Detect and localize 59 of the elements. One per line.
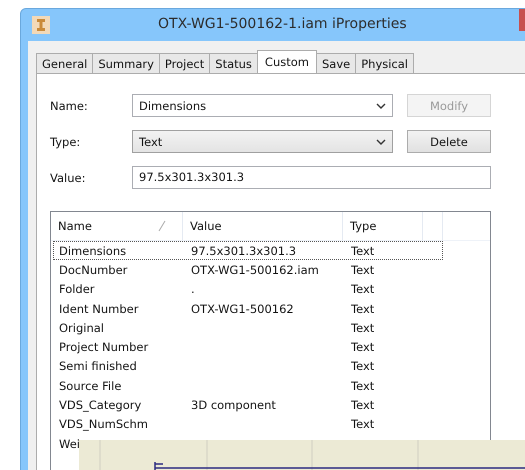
type-cell-text: Text (350, 262, 376, 277)
tab[interactable]: Status (209, 53, 258, 73)
list-row[interactable]: Semi finished Text (53, 356, 427, 376)
type-cell-text: Text (350, 340, 376, 354)
sort-icon (158, 220, 166, 232)
type-cell-text: Text (350, 320, 376, 335)
value-cell-text: OTX-WG1-500162.iam (190, 262, 320, 277)
list-row[interactable]: DocNumber OTX-WG1-500162.iam Text (53, 260, 427, 280)
type-cell-text: Text (350, 359, 376, 374)
tab[interactable]: Physical (355, 53, 414, 73)
type-cell-text: Text (350, 302, 376, 316)
column-header[interactable]: Name (51, 212, 183, 240)
list-row[interactable]: Ident Number OTX-WG1-500162 Text (53, 298, 427, 318)
type-cell-text: Text (350, 244, 376, 258)
name-cell-text: VDS_Category (58, 398, 142, 412)
name-cell-text: Project Number (58, 340, 150, 354)
name-cell-text: Folder (58, 282, 96, 296)
name-cell-text: Source File (58, 378, 122, 393)
list-row[interactable]: Wei (53, 434, 81, 454)
list-row[interactable]: VDS_NumSchm Text (53, 414, 427, 434)
name-cell-text: Semi finished (58, 359, 138, 374)
value-cell-text: . (190, 282, 196, 296)
tab[interactable]: General (36, 53, 94, 73)
value-cell-text: 3D component (190, 398, 277, 412)
name-cell-text: Dimensions (58, 244, 128, 258)
name-dropdown[interactable]: Dimensions (132, 94, 393, 117)
name-cell-text: VDS_NumSchm (58, 417, 149, 432)
field-label: Name: (50, 98, 89, 112)
name-cell-text: DocNumber (58, 262, 128, 277)
app-icon (32, 16, 50, 34)
column-header[interactable]: Value (183, 212, 343, 240)
type-cell-text: Text (350, 378, 376, 393)
list-row[interactable]: VDS_Category 3D component Text (53, 395, 427, 415)
tab[interactable]: Project (158, 53, 210, 73)
window-title: OTX-WG1-500162-1.iam iProperties (158, 16, 407, 32)
list-row[interactable]: Dimensions 97.5x301.3x301.3 Text (53, 241, 443, 260)
tab[interactable]: Custom (256, 50, 317, 73)
type-dropdown[interactable]: Text (132, 130, 393, 153)
field-label: Type: (50, 134, 82, 148)
type-cell-text: Text (350, 417, 376, 432)
type-cell-text: Text (350, 282, 376, 296)
name-cell-text: Ident Number (58, 302, 140, 316)
name-cell-text: Wei (58, 436, 80, 451)
field-label: Value: (50, 170, 86, 184)
tab[interactable]: Save (316, 53, 356, 73)
list-row[interactable]: Source File Text (53, 376, 427, 396)
column-header[interactable]: Type (343, 212, 423, 240)
list-row[interactable]: Original Text (53, 318, 427, 338)
value-field[interactable]: 97.5x301.3x301.3 (132, 166, 491, 189)
type-cell-text: Text (350, 398, 376, 412)
list-row[interactable]: Project Number Text (53, 337, 427, 357)
value-cell-text: OTX-WG1-500162 (190, 302, 295, 316)
value-cell-text: 97.5x301.3x301.3 (190, 244, 298, 258)
name-cell-text: Original (58, 320, 106, 335)
delete-button[interactable]: Delete (407, 130, 491, 153)
tab[interactable]: Summary (92, 53, 160, 73)
chevron-icon (376, 102, 386, 108)
chevron-icon (376, 138, 386, 144)
list-row[interactable]: Folder . Text (53, 280, 427, 299)
